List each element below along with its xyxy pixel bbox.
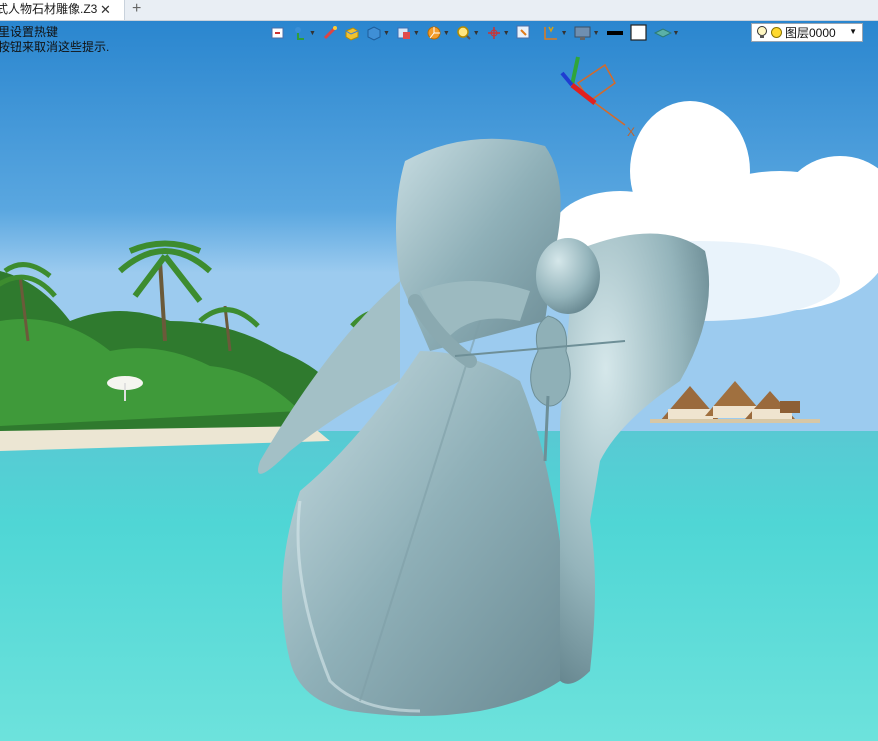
chevron-down-icon[interactable]: ▼ xyxy=(561,30,568,37)
3d-viewport[interactable] xyxy=(0,21,878,741)
fill-color-icon xyxy=(629,24,647,41)
lightbulb-icon xyxy=(757,26,767,38)
pie-icon xyxy=(427,26,441,40)
view-restore-button[interactable] xyxy=(270,23,286,43)
layer-stack-button[interactable]: ▼ xyxy=(653,23,680,43)
viewport-scene xyxy=(0,21,878,741)
fill-color-button[interactable] xyxy=(629,23,648,43)
axis-triad: X xyxy=(560,56,635,139)
layer-select[interactable]: 图层0000 ▼ xyxy=(751,23,863,42)
line-color-button[interactable] xyxy=(606,23,624,43)
chevron-down-icon[interactable]: ▼ xyxy=(443,30,450,37)
layer-select-value: 图层0000 xyxy=(785,26,836,40)
zoom-icon xyxy=(457,26,471,40)
view-cube-icon xyxy=(397,27,410,39)
snap-icon xyxy=(295,27,304,40)
solid-box-button[interactable]: ▼ xyxy=(366,23,390,43)
view-cube-button[interactable]: ▼ xyxy=(396,23,420,43)
shade-box-button[interactable] xyxy=(344,23,360,43)
pick-button[interactable] xyxy=(322,23,338,43)
layer-color-dot xyxy=(771,27,782,38)
chevron-down-icon[interactable]: ▼ xyxy=(473,30,480,37)
chevron-down-icon[interactable]: ▼ xyxy=(503,30,510,37)
hint-text: 里设置热键 按钮来取消这些提示. xyxy=(0,25,109,55)
layer-stack-icon xyxy=(653,28,672,38)
chevron-down-icon[interactable]: ▼ xyxy=(413,30,420,37)
chevron-down-icon[interactable]: ▼ xyxy=(383,30,390,37)
workplane-button[interactable]: ▼ xyxy=(542,23,568,43)
monitor-button[interactable]: ▼ xyxy=(574,23,600,43)
pick-icon xyxy=(323,26,337,40)
z-axis-arrow xyxy=(560,71,574,87)
shade-box-icon xyxy=(345,27,359,41)
triad-icon xyxy=(487,27,500,39)
hint-line-2: 按钮来取消这些提示. xyxy=(0,40,110,54)
hint-line-1: 里设置热键 xyxy=(0,25,59,39)
grid-icon xyxy=(516,25,530,39)
tab-bar: 式人物石材雕像.Z3 ✕ + xyxy=(0,0,878,21)
x-axis-arrow xyxy=(570,83,597,105)
pie-button[interactable]: ▼ xyxy=(426,23,450,43)
chevron-down-icon[interactable]: ▼ xyxy=(849,27,857,36)
close-tab-icon[interactable]: ✕ xyxy=(100,0,111,19)
view-toolbar: ▼ ▼ ▼ ▼ ▼ ▼ ▼ ▼ ▼ xyxy=(270,23,685,43)
document-tab[interactable]: 式人物石材雕像.Z3 ✕ xyxy=(0,0,125,20)
solid-box-icon xyxy=(367,26,381,41)
grid-button[interactable] xyxy=(516,23,536,43)
chevron-down-icon[interactable]: ▼ xyxy=(309,30,316,37)
line-color-icon xyxy=(606,31,623,35)
view-restore-icon xyxy=(271,27,284,39)
triad-button[interactable]: ▼ xyxy=(486,23,510,43)
y-axis-arrow xyxy=(570,56,580,86)
monitor-icon xyxy=(574,26,591,40)
x-axis-extension xyxy=(594,102,626,126)
workplane-icon xyxy=(543,26,557,40)
new-tab-button[interactable]: + xyxy=(132,0,141,18)
document-tab-label: 式人物石材雕像.Z3 xyxy=(0,2,98,16)
chevron-down-icon[interactable]: ▼ xyxy=(593,30,600,37)
zoom-button[interactable]: ▼ xyxy=(456,23,480,43)
x-axis-label: X xyxy=(627,125,635,139)
chevron-down-icon[interactable]: ▼ xyxy=(673,30,680,37)
snap-button[interactable]: ▼ xyxy=(292,23,316,43)
